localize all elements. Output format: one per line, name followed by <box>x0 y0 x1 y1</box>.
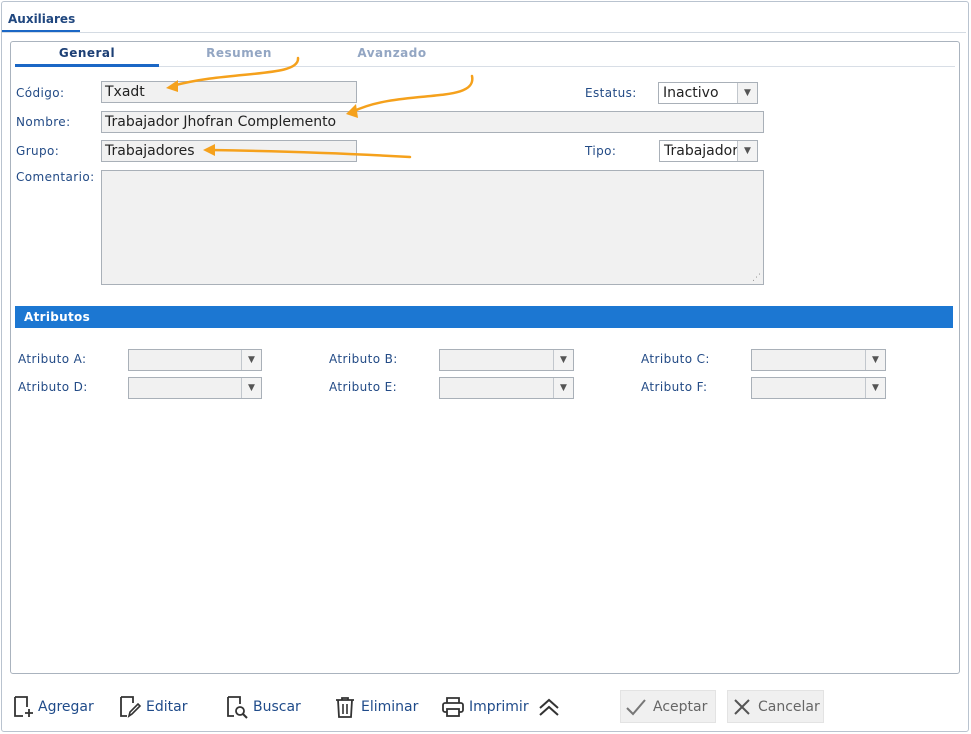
estatus-select[interactable]: Inactivo ▼ <box>658 82 758 104</box>
agregar-button[interactable]: Agregar <box>12 692 94 722</box>
eliminar-label: Eliminar <box>361 699 419 715</box>
dropdown-arrow-icon[interactable]: ▼ <box>241 350 261 370</box>
tab-auxiliares[interactable]: Auxiliares <box>2 6 80 33</box>
nombre-label: Nombre: <box>16 115 71 129</box>
dropdown-arrow-icon[interactable]: ▼ <box>553 378 573 398</box>
tab-resumen[interactable]: Resumen <box>167 46 311 67</box>
atributo-f-select[interactable]: ▼ <box>751 377 886 399</box>
inner-tabs: General Resumen Avanzado <box>15 43 955 67</box>
tipo-label: Tipo: <box>585 144 617 158</box>
comentario-textarea[interactable]: ⋰ <box>101 170 764 285</box>
top-tab-divider <box>2 32 966 33</box>
imprimir-button[interactable]: Imprimir <box>441 692 529 722</box>
dropdown-arrow-icon[interactable]: ▼ <box>865 378 885 398</box>
buscar-button[interactable]: Buscar <box>225 692 301 722</box>
aceptar-label: Aceptar <box>653 698 708 715</box>
search-icon <box>227 696 248 719</box>
atributo-e-label: Atributo E: <box>329 380 398 394</box>
dropdown-arrow-icon[interactable]: ▼ <box>553 350 573 370</box>
printer-icon <box>442 697 464 717</box>
dropdown-arrow-icon[interactable]: ▼ <box>241 378 261 398</box>
atributo-a-label: Atributo A: <box>18 352 87 366</box>
double-chevron-up-icon <box>539 698 559 716</box>
atributo-f-label: Atributo F: <box>641 380 708 394</box>
dropdown-arrow-icon[interactable]: ▼ <box>737 141 757 161</box>
atributo-c-select[interactable]: ▼ <box>751 349 886 371</box>
cancelar-button[interactable]: Cancelar <box>727 690 824 723</box>
imprimir-label: Imprimir <box>469 699 529 715</box>
atributos-header: Atributos <box>15 306 953 328</box>
aceptar-button[interactable]: Aceptar <box>620 690 716 723</box>
estatus-label: Estatus: <box>585 86 637 100</box>
resize-grip-icon[interactable]: ⋰ <box>752 273 761 283</box>
dropdown-arrow-icon[interactable]: ▼ <box>865 350 885 370</box>
estatus-value: Inactivo <box>663 85 719 101</box>
atributo-a-select[interactable]: ▼ <box>128 349 262 371</box>
check-icon <box>626 698 646 715</box>
editar-label: Editar <box>146 699 188 715</box>
tipo-select[interactable]: Trabajador ▼ <box>659 140 758 162</box>
atributo-d-select[interactable]: ▼ <box>128 377 262 399</box>
codigo-field[interactable]: Txadt <box>101 81 357 103</box>
atributo-b-select[interactable]: ▼ <box>439 349 574 371</box>
codigo-label: Código: <box>16 86 65 100</box>
atributo-e-select[interactable]: ▼ <box>439 377 574 399</box>
cancelar-label: Cancelar <box>758 698 820 715</box>
buscar-label: Buscar <box>253 699 301 715</box>
close-icon <box>734 698 750 715</box>
tab-avanzado[interactable]: Avanzado <box>320 46 464 67</box>
dropdown-arrow-icon[interactable]: ▼ <box>737 83 757 103</box>
tipo-value: Trabajador <box>664 143 738 159</box>
grupo-field[interactable]: Trabajadores <box>101 140 357 162</box>
comentario-label: Comentario: <box>16 170 95 184</box>
editar-button[interactable]: Editar <box>118 692 187 722</box>
atributo-c-label: Atributo C: <box>641 352 710 366</box>
eliminar-button[interactable]: Eliminar <box>333 692 418 722</box>
nombre-field[interactable]: Trabajador Jhofran Complemento <box>101 111 764 133</box>
tab-general[interactable]: General <box>15 46 159 67</box>
collapse-toolbar-button[interactable] <box>537 692 565 722</box>
atributo-d-label: Atributo D: <box>18 380 88 394</box>
edit-icon <box>120 696 142 718</box>
grupo-label: Grupo: <box>16 144 60 158</box>
atributo-b-label: Atributo B: <box>329 352 398 366</box>
add-icon <box>14 696 33 717</box>
agregar-label: Agregar <box>38 699 94 715</box>
trash-icon <box>336 697 354 718</box>
